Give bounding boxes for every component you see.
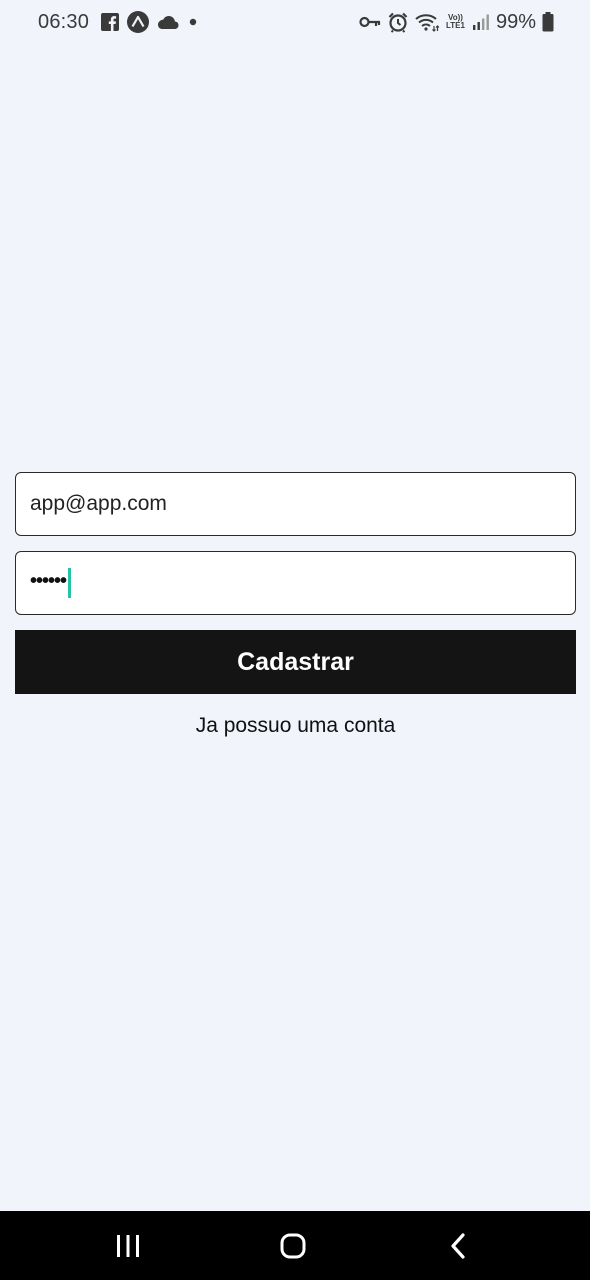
status-time: 06:30: [38, 10, 90, 33]
home-icon: [279, 1232, 307, 1260]
battery-percent: 99%: [495, 10, 536, 33]
recent-apps-icon: [115, 1234, 141, 1258]
alarm-icon: [387, 11, 409, 33]
wifi-icon: [415, 12, 439, 32]
navigation-bar: [0, 1211, 590, 1280]
signal-icon: [472, 13, 490, 31]
expo-icon: [127, 11, 150, 33]
facebook-icon: [101, 13, 120, 31]
text-caret: [68, 568, 72, 598]
back-icon: [449, 1232, 467, 1260]
password-field[interactable]: ••••••: [15, 551, 576, 615]
password-value: ••••••: [30, 569, 67, 592]
cloud-icon: [157, 14, 179, 30]
status-bar: 06:30 Vo)) LTE1 99%: [0, 0, 590, 44]
status-left: 06:30: [38, 9, 199, 35]
dot-icon: [187, 16, 199, 28]
email-value: app@app.com: [30, 492, 167, 515]
status-right: Vo)) LTE1 99%: [359, 9, 554, 35]
home-button[interactable]: [248, 1211, 338, 1280]
email-field[interactable]: app@app.com: [15, 472, 576, 536]
recent-apps-button[interactable]: [83, 1211, 173, 1280]
battery-icon: [542, 12, 554, 32]
vpn-key-icon: [359, 15, 381, 29]
login-link[interactable]: Ja possuo uma conta: [15, 714, 576, 738]
signup-form: app@app.com •••••• Cadastrar Ja possuo u…: [15, 472, 576, 738]
volte-icon: Vo)) LTE1: [446, 14, 465, 30]
cadastrar-button[interactable]: Cadastrar: [15, 630, 576, 694]
volte-bottom-label: LTE1: [446, 21, 465, 30]
back-button[interactable]: [413, 1211, 503, 1280]
